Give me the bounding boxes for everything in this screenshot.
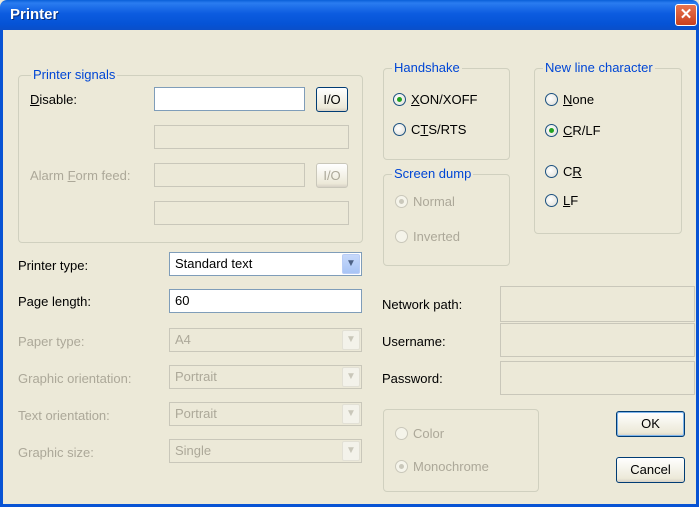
chevron-down-icon: ▼ bbox=[342, 441, 360, 461]
screen-dump-group: Screen dump bbox=[383, 166, 510, 266]
alarm-form-feed-input bbox=[154, 163, 305, 187]
radio-indicator bbox=[395, 427, 408, 440]
disable-label: Disable: bbox=[30, 92, 77, 107]
text-orientation-select: Portrait ▼ bbox=[169, 402, 362, 426]
cancel-button[interactable]: Cancel bbox=[616, 457, 685, 483]
printer-type-select[interactable]: Standard text ▼ bbox=[169, 252, 362, 276]
text-orientation-label: Text orientation: bbox=[18, 408, 110, 423]
graphic-size-select: Single ▼ bbox=[169, 439, 362, 463]
paper-type-value: A4 bbox=[175, 332, 191, 347]
disable-input[interactable] bbox=[154, 87, 305, 111]
chevron-down-icon: ▼ bbox=[342, 330, 360, 350]
window-title: Printer bbox=[10, 6, 59, 23]
screen-dump-legend: Screen dump bbox=[392, 166, 474, 181]
disable-io-button[interactable]: I/O bbox=[316, 87, 348, 112]
radio-label: XON/XOFF bbox=[411, 92, 478, 107]
handshake-legend: Handshake bbox=[392, 60, 462, 75]
printer-type-value: Standard text bbox=[175, 256, 253, 271]
chevron-down-icon: ▼ bbox=[342, 367, 360, 387]
radio-label: Normal bbox=[413, 194, 455, 209]
network-path-input bbox=[500, 286, 695, 322]
ok-button[interactable]: OK bbox=[616, 411, 685, 437]
password-input bbox=[500, 361, 695, 395]
radio-label: CR bbox=[563, 164, 582, 179]
paper-type-label: Paper type: bbox=[18, 334, 85, 349]
radio-indicator bbox=[393, 123, 406, 136]
alarm-io-button: I/O bbox=[316, 163, 348, 188]
disable-extra-input bbox=[154, 125, 349, 149]
radio-label: CR/LF bbox=[563, 123, 601, 138]
radio-label: None bbox=[563, 92, 595, 107]
graphic-orientation-label: Graphic orientation: bbox=[18, 371, 132, 386]
graphic-size-value: Single bbox=[175, 443, 212, 458]
username-input bbox=[500, 323, 695, 357]
radio-indicator bbox=[545, 93, 558, 106]
text-orientation-value: Portrait bbox=[175, 406, 217, 421]
printer-signals-legend: Printer signals bbox=[31, 67, 118, 82]
new-line-group: New line character bbox=[534, 60, 682, 234]
page-length-label: Page length: bbox=[18, 294, 92, 309]
password-label: Password: bbox=[382, 371, 443, 386]
radio-indicator bbox=[545, 165, 558, 178]
radio-indicator bbox=[545, 194, 558, 207]
page-length-input[interactable]: 60 bbox=[169, 289, 362, 313]
chevron-down-icon[interactable]: ▼ bbox=[342, 254, 360, 274]
username-label: Username: bbox=[382, 334, 446, 349]
network-path-label: Network path: bbox=[382, 297, 463, 312]
radio-label: Color bbox=[413, 426, 445, 441]
title-bar: Printer ✕ bbox=[0, 0, 699, 30]
paper-type-select: A4 ▼ bbox=[169, 328, 362, 352]
alarm-extra-input bbox=[154, 201, 349, 225]
radio-label: CTS/RTS bbox=[411, 122, 467, 137]
chevron-down-icon: ▼ bbox=[342, 404, 360, 424]
radio-label: Inverted bbox=[413, 229, 460, 244]
radio-indicator bbox=[395, 460, 408, 473]
radio-indicator bbox=[395, 195, 408, 208]
radio-indicator bbox=[393, 93, 406, 106]
color-mode-group bbox=[383, 409, 539, 492]
radio-label: LF bbox=[563, 193, 579, 208]
handshake-group: Handshake bbox=[383, 60, 510, 160]
radio-indicator bbox=[545, 124, 558, 137]
close-icon[interactable]: ✕ bbox=[675, 4, 697, 26]
graphic-orientation-value: Portrait bbox=[175, 369, 217, 384]
alarm-form-feed-label: Alarm Form feed: bbox=[30, 168, 131, 183]
radio-indicator bbox=[395, 230, 408, 243]
graphic-orientation-select: Portrait ▼ bbox=[169, 365, 362, 389]
new-line-legend: New line character bbox=[543, 60, 655, 75]
printer-type-label: Printer type: bbox=[18, 258, 89, 273]
radio-label: Monochrome bbox=[413, 459, 489, 474]
graphic-size-label: Graphic size: bbox=[18, 445, 94, 460]
